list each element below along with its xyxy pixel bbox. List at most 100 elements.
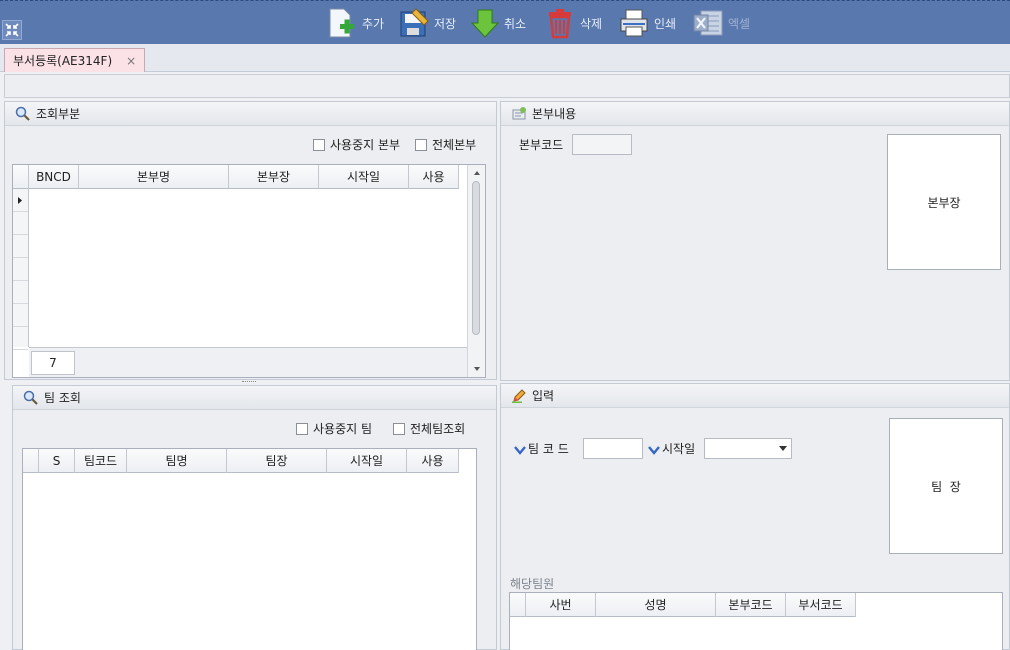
column-header[interactable]: 성명 xyxy=(596,593,716,617)
column-header[interactable]: 본부코드 xyxy=(716,593,786,617)
save-button[interactable]: 저장 xyxy=(398,5,456,41)
row-header-corner xyxy=(23,449,39,473)
cancel-label: 취소 xyxy=(504,16,527,31)
team-members-label: 해당팀원 xyxy=(510,577,555,591)
team-code-label: 팀 코 드 xyxy=(528,442,569,456)
dropdown-arrow-icon[interactable] xyxy=(779,446,787,451)
row-header[interactable] xyxy=(13,281,28,304)
printer-icon xyxy=(620,9,648,37)
cancel-arrow-icon xyxy=(470,9,500,38)
start-date-select[interactable] xyxy=(704,438,792,459)
team-grid-header: S 팀코드 팀명 팀장 시작일 사용 xyxy=(23,449,459,473)
team-code-label-wrap: 팀 코 드 xyxy=(514,440,569,457)
checkbox-box[interactable] xyxy=(393,422,405,435)
column-header[interactable]: 팀코드 xyxy=(75,449,127,473)
division-grid-scrollbar[interactable] xyxy=(467,165,485,377)
row-header[interactable] xyxy=(13,327,28,350)
division-grid[interactable]: BNCD 본부명 본부장 시작일 사용 7 xyxy=(12,164,486,378)
checkbox-box[interactable] xyxy=(415,138,427,151)
division-head-photo[interactable]: 본부장 xyxy=(887,134,1001,270)
collapse-icon xyxy=(5,23,19,37)
cancel-button[interactable]: 취소 xyxy=(468,5,526,41)
tab-label: 부서등록(AE314F) xyxy=(13,54,113,68)
division-code-label: 본부코드 xyxy=(519,138,564,152)
add-label: 추가 xyxy=(362,16,385,31)
column-header[interactable]: 본부장 xyxy=(229,165,319,189)
input-title: 입력 xyxy=(532,389,555,403)
splitter-handle[interactable] xyxy=(242,381,256,383)
print-button[interactable]: 인쇄 xyxy=(618,5,676,41)
column-header[interactable]: 팀장 xyxy=(227,449,327,473)
print-label: 인쇄 xyxy=(654,16,677,31)
filter-bar xyxy=(4,74,1010,98)
inactive-division-checkbox[interactable]: 사용중지 본부 xyxy=(313,136,400,153)
save-icon xyxy=(400,8,429,37)
team-code-input[interactable] xyxy=(583,438,643,459)
tab-department-registration[interactable]: 부서등록(AE314F) × xyxy=(4,48,146,72)
column-header[interactable]: 팀명 xyxy=(127,449,227,473)
row-header[interactable] xyxy=(13,235,28,258)
all-team-label: 전체팀조회 xyxy=(410,422,466,436)
start-date-label: 시작일 xyxy=(662,442,696,456)
column-header[interactable]: 사용 xyxy=(409,165,459,189)
team-leader-photo[interactable]: 팀 장 xyxy=(889,418,1003,554)
all-division-label: 전체본부 xyxy=(432,138,477,152)
chevron-down-icon xyxy=(514,445,526,455)
row-header[interactable] xyxy=(13,258,28,281)
document-icon xyxy=(512,106,526,119)
scroll-thumb[interactable] xyxy=(472,181,480,335)
column-header[interactable]: 시작일 xyxy=(319,165,409,189)
inactive-division-label: 사용중지 본부 xyxy=(330,138,401,152)
row-header[interactable] xyxy=(13,212,28,235)
chevron-down-icon xyxy=(648,445,660,455)
division-head-photo-label: 본부장 xyxy=(927,195,961,210)
division-search-header: 조회부분 xyxy=(5,102,496,126)
column-header[interactable]: 본부명 xyxy=(79,165,229,189)
tab-close-icon[interactable]: × xyxy=(126,54,136,68)
tab-strip: 부서등록(AE314F) × xyxy=(0,44,1010,72)
checkbox-box[interactable] xyxy=(313,138,325,151)
division-grid-footer xyxy=(29,347,469,377)
start-date-label-wrap: 시작일 xyxy=(648,440,695,457)
inactive-team-checkbox[interactable]: 사용중지 팀 xyxy=(296,420,372,437)
column-header[interactable]: BNCD xyxy=(29,165,79,189)
row-header-column xyxy=(13,189,29,350)
pencil-icon xyxy=(512,388,526,403)
all-team-checkbox[interactable]: 전체팀조회 xyxy=(393,420,465,437)
column-header[interactable]: 사용 xyxy=(407,449,459,473)
search-icon xyxy=(23,390,38,405)
team-grid[interactable]: S 팀코드 팀명 팀장 시작일 사용 xyxy=(22,448,477,650)
row-header-corner xyxy=(13,165,29,189)
division-search-title: 조회부분 xyxy=(36,107,81,121)
inactive-team-label: 사용중지 팀 xyxy=(313,422,373,436)
add-button[interactable]: 추가 xyxy=(326,5,384,41)
search-icon xyxy=(15,106,30,121)
division-detail-title: 본부내용 xyxy=(532,107,577,121)
trash-icon xyxy=(549,9,571,39)
scroll-down-icon[interactable] xyxy=(468,363,486,375)
excel-button[interactable]: 엑셀 xyxy=(692,5,750,41)
collapse-button[interactable] xyxy=(2,20,22,40)
row-header[interactable] xyxy=(13,304,28,327)
row-header-current[interactable] xyxy=(13,189,28,212)
save-label: 저장 xyxy=(434,16,457,31)
all-division-checkbox[interactable]: 전체본부 xyxy=(415,136,476,153)
column-header[interactable]: 부서코드 xyxy=(786,593,856,617)
division-detail-header: 본부내용 xyxy=(501,102,1009,126)
team-leader-photo-label: 팀 장 xyxy=(931,479,961,494)
row-header-corner xyxy=(510,593,526,617)
column-header[interactable]: 사번 xyxy=(526,593,596,617)
team-members-grid[interactable]: 사번 성명 본부코드 부서코드 xyxy=(509,592,1003,650)
delete-label: 삭제 xyxy=(580,16,603,31)
scroll-up-icon[interactable] xyxy=(468,167,486,179)
team-search-title: 팀 조회 xyxy=(44,391,81,405)
delete-button[interactable]: 삭제 xyxy=(544,5,602,41)
division-grid-header: BNCD 본부명 본부장 시작일 사용 xyxy=(13,165,459,189)
checkbox-box[interactable] xyxy=(296,422,308,435)
column-header[interactable]: 시작일 xyxy=(327,449,407,473)
excel-icon xyxy=(693,10,723,36)
input-header: 입력 xyxy=(501,384,1009,408)
column-header[interactable]: S xyxy=(39,449,75,473)
division-code-input[interactable] xyxy=(572,134,632,155)
toolbar: 추가 저장 취소 삭제 인쇄 엑셀 xyxy=(0,0,1010,44)
